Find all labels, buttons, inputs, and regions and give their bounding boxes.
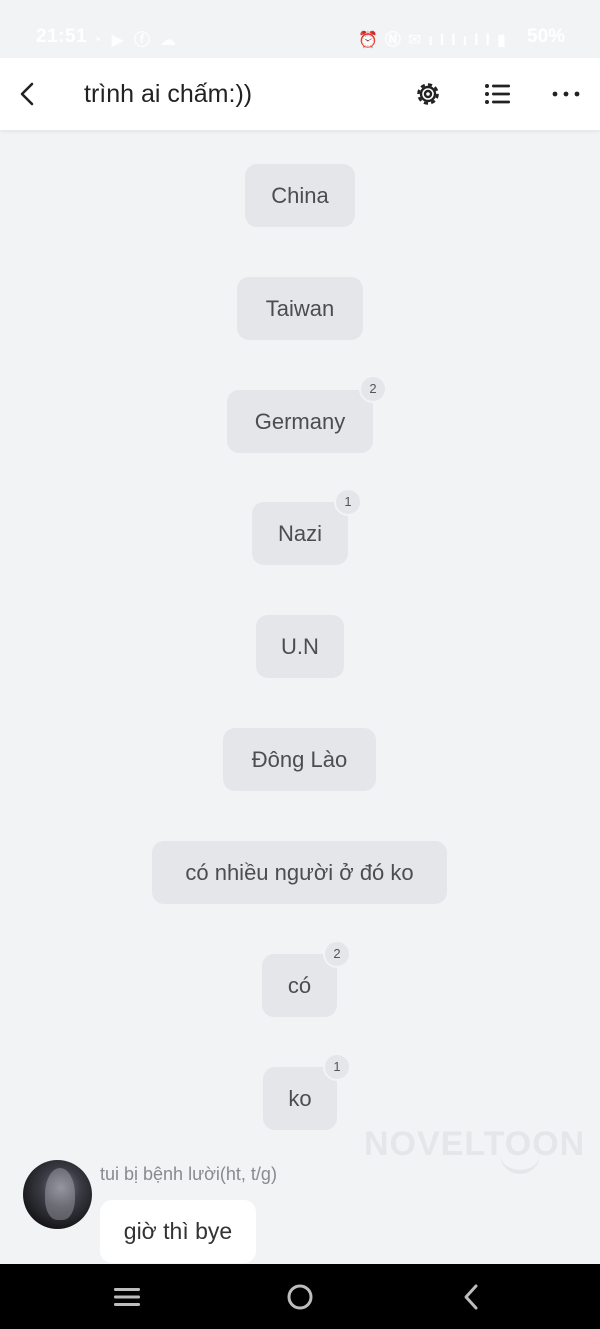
watermark-smile-logo xyxy=(500,1152,540,1174)
message-text: U.N xyxy=(281,634,319,659)
message-text: có xyxy=(287,973,312,998)
menu-icon[interactable] xyxy=(107,1282,147,1312)
message-chip-question[interactable]: có nhiều người ở đó ko xyxy=(152,841,447,904)
comment-count-badge[interactable]: 2 xyxy=(323,940,351,968)
notification-icons: ◔▶ⓕ☁ xyxy=(92,32,186,49)
avatar[interactable] xyxy=(23,1160,92,1229)
status-time: 21:51 xyxy=(36,26,88,47)
comment-count-badge[interactable]: 1 xyxy=(323,1053,351,1081)
back-icon[interactable] xyxy=(452,1282,492,1312)
message-chip-nazi[interactable]: Nazi xyxy=(252,502,348,565)
list-icon[interactable] xyxy=(481,78,513,110)
avatar-figure xyxy=(45,1168,75,1220)
message-text: Taiwan xyxy=(265,296,335,321)
gear-icon[interactable] xyxy=(412,78,444,110)
message-text: Germany xyxy=(254,409,346,434)
page-title: trình ai chấm:)) xyxy=(84,80,253,108)
navigation-bar xyxy=(0,1264,600,1329)
message-text: Nazi xyxy=(277,521,322,546)
comment-count-badge[interactable]: 1 xyxy=(334,488,362,516)
chevron-left-icon[interactable] xyxy=(12,76,46,112)
message-text: ko xyxy=(288,1086,312,1111)
system-icons: ⏰Ⓝ✉ıllıll▮ xyxy=(358,32,513,49)
app-header: trình ai chấm:)) xyxy=(0,58,600,130)
chat-bubble-text: giờ thì bye xyxy=(123,1218,233,1244)
battery-level: 50% xyxy=(527,26,566,47)
home-circle-icon[interactable] xyxy=(280,1282,320,1312)
message-text: có nhiều người ở đó ko xyxy=(185,860,414,885)
chat-bubble[interactable]: giờ thì bye xyxy=(100,1200,256,1263)
noveltoon-watermark: NOVELTOON xyxy=(364,1125,586,1163)
message-text: Đông Lào xyxy=(251,747,348,772)
message-chip-germany[interactable]: Germany xyxy=(227,390,373,453)
sender-name: tui bị bệnh lười(ht, t/g) xyxy=(100,1164,277,1184)
more-dots-icon[interactable] xyxy=(550,78,582,110)
message-chip-china[interactable]: China xyxy=(245,164,355,227)
message-chip-un[interactable]: U.N xyxy=(256,615,344,678)
comment-count-badge[interactable]: 2 xyxy=(359,375,387,403)
message-chip-taiwan[interactable]: Taiwan xyxy=(237,277,363,340)
message-chip-dong-lao[interactable]: Đông Lào xyxy=(223,728,376,791)
message-text: China xyxy=(271,183,329,208)
